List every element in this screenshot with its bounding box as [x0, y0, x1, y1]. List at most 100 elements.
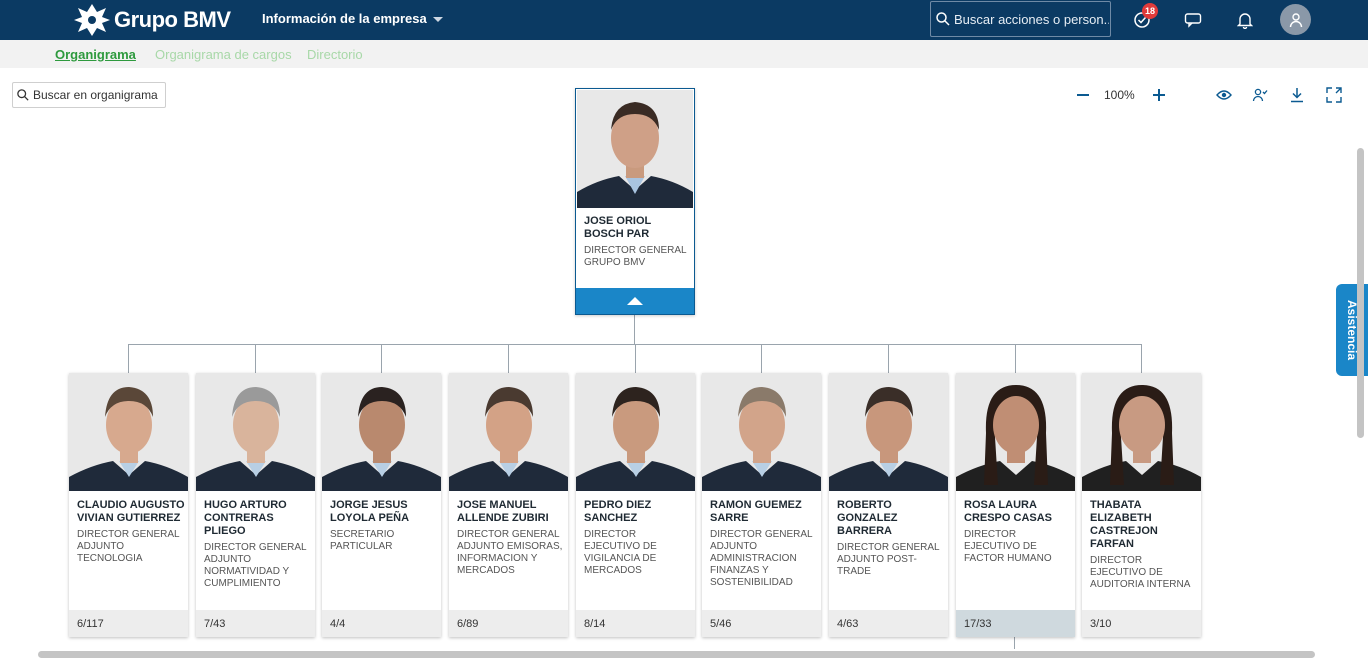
employee-role: DIRECTOR EJECUTIVO DE FACTOR HUMANO	[964, 529, 1052, 564]
employee-card[interactable]: JORGE JESUS LOYOLA PEÑA SECRETARIO PARTI…	[322, 373, 441, 637]
employee-role: DIRECTOR EJECUTIVO DE VIGILANCIA DE MERC…	[584, 529, 657, 576]
notifications-button[interactable]	[1233, 8, 1257, 32]
employee-role: DIRECTOR GENERAL ADJUNTO TECNOLOGIA	[77, 529, 180, 564]
tasks-button[interactable]: 18	[1130, 3, 1159, 32]
employee-photo	[577, 90, 693, 208]
root-employee-card[interactable]: JOSE ORIOL BOSCH PAR DIRECTOR GENERAL GR…	[575, 88, 695, 315]
fullscreen-button[interactable]	[1325, 86, 1343, 104]
employee-photo	[449, 373, 568, 491]
connector-line	[128, 344, 129, 373]
horizontal-scrollbar[interactable]	[38, 651, 1315, 658]
employee-name: ROBERTO GONZALEZ BARRERA	[837, 499, 898, 537]
connector-line	[635, 344, 636, 373]
connector-line	[381, 344, 382, 373]
employee-name: JOSE ORIOL BOSCH PAR	[584, 215, 652, 240]
org-search[interactable]	[12, 82, 166, 108]
tab-organigrama[interactable]: Organigrama	[55, 47, 136, 62]
employee-photo	[322, 373, 441, 491]
team-count: 8/14	[576, 610, 695, 637]
employee-card[interactable]: THABATA ELIZABETH CASTREJON FARFAN DIREC…	[1082, 373, 1201, 637]
collapse-button[interactable]	[576, 288, 694, 314]
employee-name: RAMON GUEMEZ SARRE	[710, 499, 802, 524]
connector-line	[1141, 344, 1142, 373]
connector-line	[255, 344, 256, 373]
global-search-input[interactable]	[954, 11, 1109, 27]
employee-photo	[702, 373, 821, 491]
search-icon	[17, 89, 29, 101]
fullscreen-icon	[1326, 87, 1342, 103]
connector-line	[1014, 637, 1015, 649]
team-count: 7/43	[196, 610, 315, 637]
employee-card[interactable]: ROBERTO GONZALEZ BARRERA DIRECTOR GENERA…	[829, 373, 948, 637]
employee-photo	[196, 373, 315, 491]
eye-icon	[1216, 90, 1232, 100]
team-count: 3/10	[1082, 610, 1201, 637]
download-icon	[1291, 88, 1303, 103]
employee-card[interactable]: CLAUDIO AUGUSTO VIVIAN GUTIERREZ DIRECTO…	[69, 373, 188, 637]
user-avatar[interactable]	[1280, 4, 1311, 35]
employee-name: HUGO ARTURO CONTRERAS PLIEGO	[204, 499, 287, 537]
employee-card[interactable]: JOSE MANUEL ALLENDE ZUBIRI DIRECTOR GENE…	[449, 373, 568, 637]
feedback-icon	[1184, 13, 1202, 28]
brand-name: Grupo BMV	[114, 7, 231, 32]
tab-directorio[interactable]: Directorio	[307, 47, 363, 62]
search-icon	[936, 12, 950, 26]
employee-role: DIRECTOR GENERAL ADJUNTO NORMATIVIDAD Y …	[204, 542, 307, 589]
team-count: 4/63	[829, 610, 948, 637]
logo[interactable]: Grupo BMV	[74, 2, 231, 38]
connector-line	[634, 315, 635, 345]
employee-name: ROSA LAURA CRESPO CASAS	[964, 499, 1053, 524]
chevron-up-icon	[627, 297, 643, 305]
employee-name: JORGE JESUS LOYOLA PEÑA	[330, 499, 410, 524]
employee-role: DIRECTOR GENERAL GRUPO BMV	[584, 245, 687, 268]
user-check-icon	[1252, 88, 1268, 102]
connector-line	[508, 344, 509, 373]
employee-role: DIRECTOR GENERAL ADJUNTO ADMINISTRACION …	[710, 529, 813, 588]
team-count: 6/89	[449, 610, 568, 637]
employee-name: PEDRO DIEZ SANCHEZ	[584, 499, 652, 524]
zoom-in-button[interactable]	[1150, 86, 1168, 104]
tab-organigrama-de-cargos[interactable]: Organigrama de cargos	[155, 47, 292, 62]
employee-photo	[576, 373, 695, 491]
employee-name: JOSE MANUEL ALLENDE ZUBIRI	[457, 499, 549, 524]
employee-card[interactable]: RAMON GUEMEZ SARRE DIRECTOR GENERAL ADJU…	[702, 373, 821, 637]
employee-name: CLAUDIO AUGUSTO VIVIAN GUTIERREZ	[77, 499, 185, 524]
employee-role: DIRECTOR GENERAL ADJUNTO POST-TRADE	[837, 542, 940, 577]
zoom-in-icon	[1153, 89, 1165, 101]
team-count: 6/117	[69, 610, 188, 637]
download-button[interactable]	[1288, 86, 1306, 104]
employee-photo	[1082, 373, 1201, 491]
feedback-button[interactable]	[1181, 8, 1205, 32]
company-menu-label: Información de la empresa	[262, 11, 427, 26]
notification-badge: 18	[1142, 3, 1159, 19]
team-count: 17/33	[956, 610, 1075, 637]
employee-role: DIRECTOR EJECUTIVO DE AUDITORIA INTERNA	[1090, 555, 1191, 590]
global-search[interactable]	[930, 1, 1111, 37]
employee-photo	[956, 373, 1075, 491]
vertical-scrollbar[interactable]	[1357, 148, 1364, 438]
connector-line	[761, 344, 762, 373]
bmv-logo-icon	[74, 4, 110, 36]
employee-photo	[69, 373, 188, 491]
employee-role: SECRETARIO PARTICULAR	[330, 529, 395, 552]
team-count: 4/4	[322, 610, 441, 637]
view-button[interactable]	[1215, 86, 1233, 104]
employee-name: THABATA ELIZABETH CASTREJON FARFAN	[1090, 499, 1158, 550]
chevron-down-icon	[432, 17, 443, 22]
zoom-out-icon	[1077, 94, 1089, 96]
zoom-level: 100%	[1104, 88, 1135, 102]
org-search-input[interactable]	[33, 88, 165, 102]
zoom-out-button[interactable]	[1074, 86, 1092, 104]
employee-card[interactable]: HUGO ARTURO CONTRERAS PLIEGO DIRECTOR GE…	[196, 373, 315, 637]
employee-photo	[829, 373, 948, 491]
user-check-button[interactable]	[1251, 86, 1269, 104]
employee-card[interactable]: PEDRO DIEZ SANCHEZ DIRECTOR EJECUTIVO DE…	[576, 373, 695, 637]
connector-line	[888, 344, 889, 373]
employee-role: DIRECTOR GENERAL ADJUNTO EMISORAS, INFOR…	[457, 529, 563, 576]
sub-navigation: Organigrama Organigrama de cargos Direct…	[0, 40, 1368, 68]
bell-icon	[1237, 13, 1253, 29]
company-menu[interactable]: Información de la empresa	[262, 11, 443, 26]
employee-card[interactable]: ROSA LAURA CRESPO CASAS DIRECTOR EJECUTI…	[956, 373, 1075, 637]
user-avatar-icon	[1289, 12, 1302, 27]
team-count: 5/46	[702, 610, 821, 637]
